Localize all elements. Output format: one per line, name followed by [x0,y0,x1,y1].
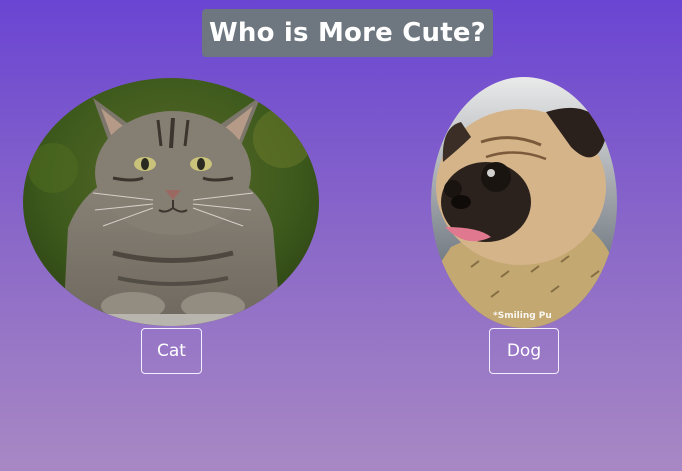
dog-vote-button[interactable]: Dog [489,328,559,374]
page-title: Who is More Cute? [202,9,493,57]
dog-watermark: *Smiling Pu [493,311,552,321]
dog-photo[interactable]: *Smiling Pu [431,77,617,328]
cat-vote-button[interactable]: Cat [141,328,202,374]
cat-photo[interactable] [23,78,319,326]
